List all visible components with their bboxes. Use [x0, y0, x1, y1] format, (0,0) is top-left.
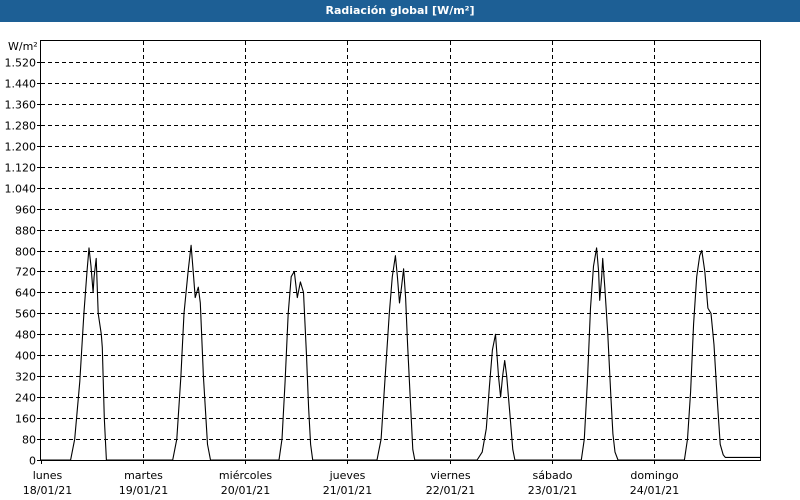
grid: [41, 41, 760, 460]
y-tick-label: 720: [15, 266, 36, 279]
x-tick-day: jueves: [329, 469, 366, 482]
x-tick-day: viernes: [430, 469, 470, 482]
x-tick-date: 23/01/21: [528, 484, 577, 497]
y-tick-label: 1.440: [5, 78, 37, 91]
x-tick-date: 19/01/21: [119, 484, 168, 497]
y-tick-label: 480: [15, 329, 36, 342]
y-tick-label: 880: [15, 225, 36, 238]
y-tick-label: 560: [15, 308, 36, 321]
y-tick-label: 640: [15, 287, 36, 300]
y-tick-label: 1.040: [5, 183, 37, 196]
y-tick-label: 160: [15, 413, 36, 426]
y-tick-label: 1.360: [5, 99, 37, 112]
window-title: Radiación global [W/m²]: [0, 0, 800, 22]
x-tick-day: martes: [124, 469, 163, 482]
y-tick-label: 800: [15, 246, 36, 259]
y-tick-label: 960: [15, 204, 36, 217]
y-tick-label: 240: [15, 392, 36, 405]
y-tick-label: 320: [15, 371, 36, 384]
y-tick-label: 1.120: [5, 162, 37, 175]
x-tick-date: 21/01/21: [323, 484, 372, 497]
y-tick-label: 400: [15, 350, 36, 363]
x-tick-day: sábado: [533, 469, 573, 482]
x-tick-date: 18/01/21: [23, 484, 72, 497]
x-tick-date: 20/01/21: [221, 484, 270, 497]
line-chart: W/m² 0 80 160 240 320 400 480 560 640 720 800 880 96…: [5, 40, 761, 497]
x-tick-day: miércoles: [219, 469, 272, 482]
y-tick-label: 1.520: [5, 57, 37, 70]
series-line: [41, 244, 760, 461]
y-tick-label: 80: [22, 434, 36, 447]
y-tick-label: 1.280: [5, 120, 37, 133]
y-axis-ticks: 0 80 160 240 320 400 480 560 640 720 800 880 960 1.04…: [5, 57, 41, 468]
x-tick-day: domingo: [630, 469, 678, 482]
x-tick-date: 24/01/21: [630, 484, 679, 497]
y-tick-label: 1.200: [5, 141, 37, 154]
y-tick-label: 0: [29, 455, 36, 468]
x-tick-day: lunes: [33, 469, 63, 482]
series-layer: [41, 244, 760, 461]
x-tick-date: 22/01/21: [426, 484, 475, 497]
y-axis-label: W/m²: [8, 40, 38, 53]
x-axis-ticks: lunes 18/01/21 martes 19/01/21 miércoles 20/0…: [23, 460, 679, 497]
